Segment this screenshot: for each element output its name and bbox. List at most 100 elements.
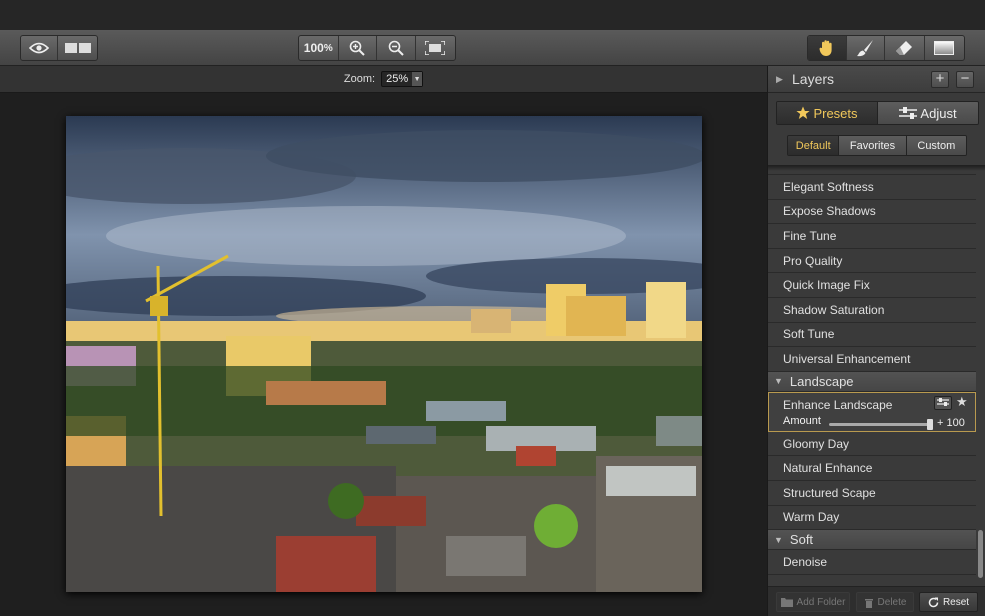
preset-item-label: Quick Image Fix (783, 278, 870, 293)
preset-item-label: Soft Tune (783, 327, 835, 342)
gradient-tool-button[interactable] (925, 36, 964, 60)
zoom-value: 25% (386, 73, 409, 85)
tab-adjust[interactable]: Adjust (878, 102, 978, 124)
preset-item[interactable]: Shadow Saturation (768, 297, 976, 323)
preset-settings-button[interactable] (934, 395, 952, 410)
disclosure-open-icon: ▼ (774, 376, 783, 387)
split-view-icon (64, 43, 91, 53)
hand-tool-button[interactable] (808, 36, 847, 60)
preset-item[interactable]: Warm Day (768, 505, 976, 531)
preset-item[interactable]: Gloomy Day (768, 431, 976, 457)
sliders-icon (899, 107, 918, 119)
reset-icon (928, 597, 939, 607)
reset-label: Reset (942, 596, 970, 608)
zoom-out-button[interactable] (377, 36, 416, 60)
amount-slider-fill (829, 422, 933, 426)
zoom-in-icon (349, 40, 365, 56)
fit-to-screen-button[interactable] (416, 36, 455, 60)
zoom-label: Zoom: (343, 73, 376, 85)
gradient-icon (934, 41, 955, 55)
app-window: 100% Zoom: 25% ▼ ▶ Layers + − Presets Ad… (0, 0, 985, 616)
sliders-icon (937, 397, 949, 406)
trash-icon (864, 598, 873, 608)
category-landscape[interactable]: ▼ Landscape (768, 371, 976, 392)
preset-list: Elegant Softness Expose Shadows Fine Tun… (768, 165, 985, 585)
amount-value: + 100 (937, 416, 965, 429)
preset-item-label: Warm Day (783, 510, 840, 525)
preset-item[interactable]: Denoise (768, 550, 976, 575)
view-toggle-group (20, 35, 98, 61)
zoom-percent: 100 (303, 41, 324, 55)
preset-item-label: Denoise (783, 554, 828, 569)
canvas-area[interactable]: Zoom: 25% ▼ (0, 66, 767, 616)
photo-image (66, 116, 702, 592)
preset-item-label: Expose Shadows (783, 204, 876, 219)
photo-canvas[interactable] (66, 116, 702, 592)
preset-item-label: Natural Enhance (783, 461, 873, 476)
zoom-select[interactable]: 25% ▼ (381, 71, 424, 87)
tab-presets-label: Presets (813, 105, 858, 121)
amount-slider-handle[interactable] (927, 418, 933, 430)
preset-item-label: Universal Enhancement (783, 351, 911, 366)
preset-item-label: Gloomy Day (783, 436, 850, 451)
zoom-group: 100% (298, 35, 456, 61)
add-layer-button[interactable]: + (931, 71, 949, 88)
preset-item[interactable]: Natural Enhance (768, 456, 976, 481)
category-label: Landscape (789, 373, 854, 389)
star-icon (796, 106, 811, 119)
remove-layer-button[interactable]: − (956, 71, 974, 88)
eraser-tool-button[interactable] (885, 36, 925, 60)
preview-button[interactable] (21, 36, 59, 60)
amount-slider[interactable] (829, 418, 933, 430)
favorite-star-icon[interactable]: ★ (956, 394, 968, 410)
disclosure-open-icon: ▼ (774, 534, 783, 545)
mode-tabs: Presets Adjust (776, 101, 979, 125)
preset-item[interactable]: Expose Shadows (768, 199, 976, 225)
tab-custom[interactable]: Custom (906, 136, 966, 155)
preset-item[interactable]: Soft Tune (768, 322, 976, 348)
layers-title: Layers (792, 71, 835, 87)
preset-item-label: Pro Quality (783, 253, 843, 268)
sidebar: ▶ Layers + − Presets Adjust Default Favo… (767, 66, 985, 616)
preset-item[interactable]: Pro Quality (768, 248, 976, 274)
category-label: Soft (789, 532, 814, 548)
amount-label: Amount (783, 414, 821, 427)
actual-size-button[interactable]: 100% (299, 36, 339, 60)
add-folder-button[interactable]: Add Folder (776, 592, 850, 612)
scrollbar[interactable] (977, 165, 984, 585)
category-soft[interactable]: ▼ Soft (768, 530, 976, 551)
layers-header[interactable]: ▶ Layers + − (768, 66, 985, 93)
scrollbar-thumb[interactable] (978, 530, 983, 578)
selected-preset[interactable]: Enhance Landscape ★ Amount + 100 (768, 391, 976, 432)
tab-default[interactable]: Default (788, 136, 840, 155)
preset-item-label: Fine Tune (783, 228, 837, 243)
delete-label: Delete (877, 596, 907, 608)
add-folder-label: Add Folder (796, 596, 846, 608)
preset-item-label: Structured Scape (783, 485, 876, 500)
toolbar: 100% (0, 30, 985, 66)
split-view-button[interactable] (58, 36, 97, 60)
delete-button[interactable]: Delete (856, 592, 914, 612)
list-top-shadow (768, 165, 985, 171)
disclosure-triangle-icon[interactable]: ▶ (776, 74, 784, 85)
zoom-in-button[interactable] (339, 36, 378, 60)
preset-item[interactable]: Structured Scape (768, 480, 976, 506)
title-bar (0, 0, 985, 30)
preset-item[interactable]: Elegant Softness (768, 175, 976, 200)
dropdown-arrow-icon: ▼ (412, 72, 423, 86)
zoom-out-icon (388, 40, 404, 56)
eraser-icon (896, 41, 913, 55)
preset-item[interactable]: Universal Enhancement (768, 347, 976, 372)
tab-presets[interactable]: Presets (777, 102, 878, 124)
tools-group (807, 35, 965, 61)
preset-item-label: Shadow Saturation (783, 302, 885, 317)
brush-tool-button[interactable] (847, 36, 886, 60)
eye-icon (29, 42, 50, 54)
preset-item-label: Elegant Softness (783, 179, 874, 194)
brush-icon (857, 40, 874, 57)
reset-button[interactable]: Reset (919, 592, 978, 612)
preset-item[interactable]: Quick Image Fix (768, 273, 976, 298)
tab-favorites[interactable]: Favorites (839, 136, 907, 155)
preset-item[interactable]: Fine Tune (768, 224, 976, 249)
hand-icon (819, 40, 832, 56)
